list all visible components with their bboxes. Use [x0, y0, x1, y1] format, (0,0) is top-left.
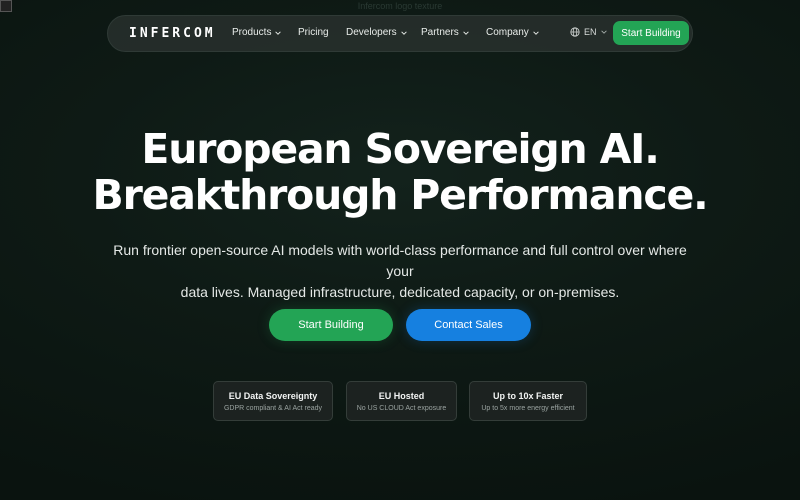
hero-subtitle-line-2: data lives. Managed infrastructure, dedi… — [180, 284, 620, 300]
chevron-down-icon — [600, 30, 607, 34]
chevron-down-icon — [275, 30, 282, 35]
image-alt-text: Infercom logo texture — [357, 1, 443, 11]
hero-title-line-2: Breakthrough Performance. — [92, 171, 709, 219]
nav-item-label: Pricing — [298, 27, 329, 38]
nav-item-developers[interactable]: Developers — [346, 27, 407, 38]
top-navigation: INFERCOM Products Pricing Developers Par… — [107, 15, 693, 52]
nav-item-products[interactable]: Products — [232, 27, 282, 38]
feature-title: EU Hosted — [378, 391, 425, 401]
infercom-logo[interactable]: INFERCOM — [129, 26, 216, 41]
feature-title: EU Data Sovereignty — [228, 391, 318, 401]
feature-description: Up to 5x more energy efficient — [481, 405, 575, 412]
hero-title: European Sovereign AI. Breakthrough Perf… — [0, 126, 800, 218]
hero-title-line-1: European Sovereign AI. — [141, 125, 659, 173]
feature-description: GDPR compliant & AI Act ready — [223, 405, 323, 412]
nav-item-company[interactable]: Company — [486, 27, 539, 38]
nav-start-building-button[interactable]: Start Building — [613, 21, 689, 45]
nav-item-pricing[interactable]: Pricing — [298, 27, 329, 38]
start-building-button[interactable]: Start Building — [269, 309, 393, 341]
nav-item-label: Company — [486, 27, 529, 38]
feature-description: No US CLOUD Act exposure — [356, 405, 447, 412]
chevron-down-icon — [400, 30, 407, 35]
nav-item-label: Products — [232, 27, 272, 38]
chevron-down-icon — [463, 30, 469, 35]
contact-sales-button[interactable]: Contact Sales — [406, 309, 531, 341]
feature-card-eu-data-sovereignty: EU Data Sovereignty GDPR compliant & AI … — [213, 381, 333, 421]
language-selector[interactable]: EN — [570, 27, 607, 37]
language-label: EN — [584, 27, 597, 37]
hero-subtitle: Run frontier open-source AI models with … — [100, 240, 700, 303]
nav-item-partners[interactable]: Partners — [421, 27, 469, 38]
globe-icon — [570, 27, 580, 37]
feature-card-up-to-10x-faster: Up to 10x Faster Up to 5x more energy ef… — [469, 381, 587, 421]
feature-card-eu-hosted: EU Hosted No US CLOUD Act exposure — [346, 381, 457, 421]
chevron-down-icon — [533, 30, 539, 35]
nav-item-label: Developers — [346, 27, 397, 38]
hero-subtitle-line-1: Run frontier open-source AI models with … — [113, 242, 687, 279]
feature-title: Up to 10x Faster — [492, 391, 564, 401]
nav-item-label: Partners — [421, 27, 459, 38]
